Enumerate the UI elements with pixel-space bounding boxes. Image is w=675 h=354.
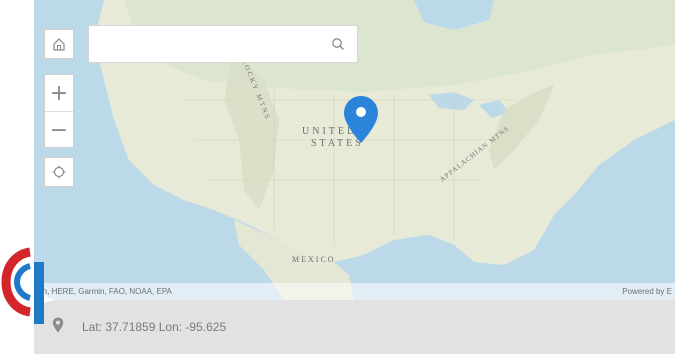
zoom-in-button[interactable]: +	[45, 75, 73, 112]
search-input[interactable]	[89, 26, 317, 62]
search-box	[88, 25, 358, 63]
label-united: UNITED	[302, 126, 357, 137]
brand-logo	[1, 247, 32, 317]
home-button[interactable]	[44, 29, 74, 59]
label-mexico: MEXICO	[292, 255, 336, 264]
powered-by-text[interactable]: Powered by E	[622, 287, 672, 296]
attribution-text: ton, HERE, Garmin, FAO, NOAA, EPA	[36, 287, 172, 296]
search-button[interactable]	[319, 26, 357, 62]
home-icon	[53, 38, 65, 51]
label-states: STATES	[311, 138, 364, 149]
brand-bar	[34, 262, 44, 324]
locate-icon	[52, 165, 66, 179]
coordinates-bar: Lat: 37.71859 Lon: -95.625	[34, 300, 675, 354]
zoom-out-button[interactable]: −	[45, 112, 73, 148]
locate-button[interactable]	[44, 157, 74, 187]
zoom-controls: + −	[44, 74, 74, 148]
map-attribution: ton, HERE, Garmin, FAO, NOAA, EPA Powere…	[34, 283, 675, 300]
search-icon	[332, 38, 344, 50]
map-marker-icon	[52, 317, 64, 333]
coordinates-text: Lat: 37.71859 Lon: -95.625	[82, 320, 227, 334]
